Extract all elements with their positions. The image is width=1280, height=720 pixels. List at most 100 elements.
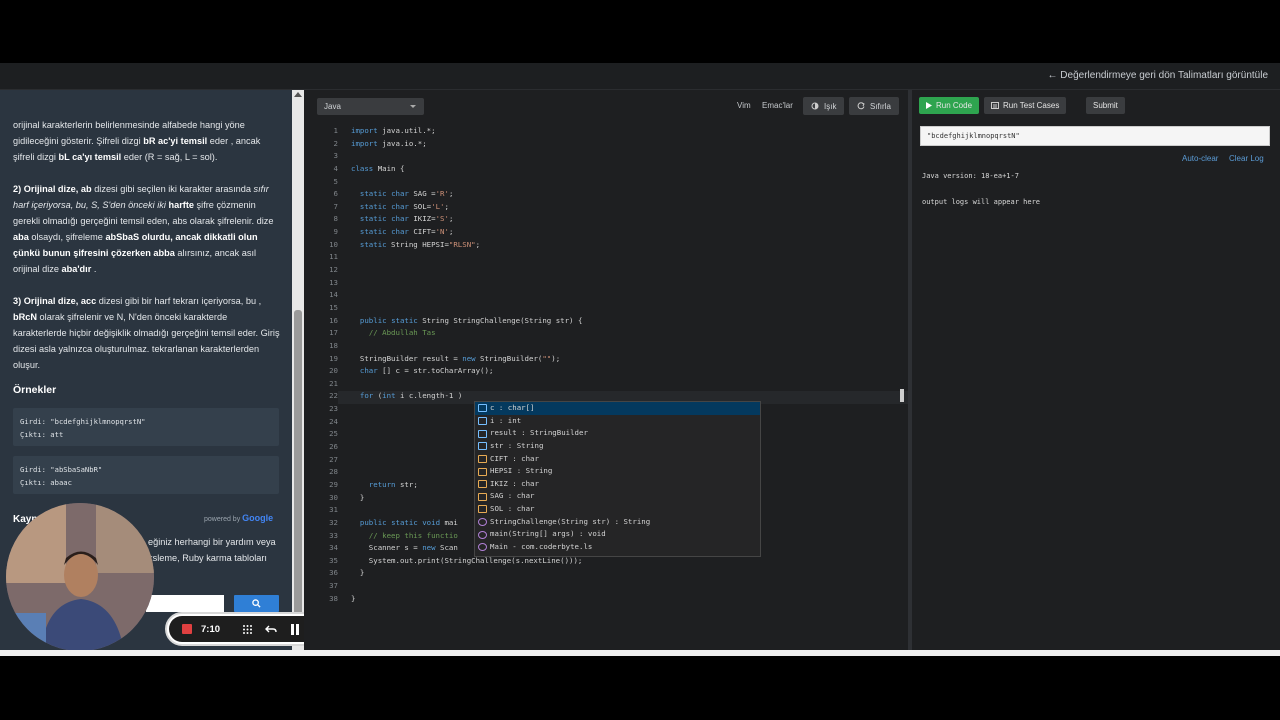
autocomplete-item[interactable]: SOL : char — [475, 503, 760, 516]
bottom-border — [0, 650, 1280, 656]
field-icon — [478, 416, 487, 425]
autocomplete-item-label: i : int — [490, 415, 522, 425]
field-icon — [478, 442, 487, 451]
line-number: 23 — [329, 404, 338, 414]
run-test-cases-button[interactable]: Run Test Cases — [984, 97, 1067, 114]
instructions-paragraph-2: 2) Orijinal dize, ab dizesi gibi seçilen… — [13, 184, 274, 274]
autocomplete-item[interactable]: result : StringBuilder — [475, 427, 760, 440]
line-number: 17 — [329, 328, 338, 338]
custom-input-field[interactable]: "bcdefghijklmnopqrstN" — [920, 126, 1270, 146]
autocomplete-item[interactable]: main(String[] args) : void — [475, 528, 760, 541]
grid-icon — [242, 624, 252, 634]
emacs-mode-toggle[interactable]: Emac'lar — [762, 101, 793, 110]
autocomplete-item[interactable]: str : String — [475, 440, 760, 453]
autocomplete-item[interactable]: CIFT : char — [475, 453, 760, 466]
line-number: 38 — [329, 593, 338, 603]
stop-recording-button[interactable] — [181, 616, 193, 642]
field-icon — [478, 404, 487, 413]
google-logo: Google — [242, 513, 274, 523]
instructions-scrollbar[interactable] — [292, 90, 304, 650]
autocomplete-item-label: IKIZ : char — [490, 478, 539, 488]
grid-button[interactable] — [235, 616, 259, 642]
undo-button[interactable] — [259, 616, 283, 642]
line-number: 21 — [329, 378, 338, 388]
line-number: 26 — [329, 442, 338, 452]
autocomplete-item-label: SAG : char — [490, 491, 535, 501]
constant-icon — [478, 480, 487, 489]
chevron-down-icon — [410, 105, 416, 108]
line-number: 2 — [333, 138, 338, 148]
output-panel: Run Code Run Test Cases Submit "bcdefghi… — [912, 90, 1280, 650]
constant-icon — [478, 505, 487, 514]
reset-code-button[interactable]: Sıfırla — [849, 97, 899, 115]
autocomplete-item[interactable]: HEPSI : String — [475, 465, 760, 478]
autocomplete-item-label: StringChallenge(String str) : String — [490, 516, 651, 526]
line-number: 10 — [329, 239, 338, 249]
line-number: 36 — [329, 568, 338, 578]
line-number: 31 — [329, 505, 338, 515]
example-1-output: Çıktı: att — [20, 430, 64, 439]
line-number-gutter: 1 2 3 4 5 6 7 8 9 10 11 12 13 14 15 16 17 18 19 20 21 22 23 24 2… — [304, 125, 338, 605]
light-theme-button[interactable]: Işık — [803, 97, 845, 115]
google-search-button[interactable] — [234, 595, 279, 612]
autocomplete-item-label: SOL : char — [490, 504, 535, 514]
autocomplete-item[interactable]: StringChallenge(String str) : String — [475, 516, 760, 529]
examples-heading: Örnekler — [13, 384, 57, 396]
code-line-19: StringBuilder result = new StringBuilder… — [351, 353, 561, 363]
instructions-paragraph-1: orijinal karakterlerin belirlenmesinde a… — [13, 120, 261, 162]
autocomplete-item[interactable]: IKIZ : char — [475, 478, 760, 491]
line-number: 37 — [329, 581, 338, 591]
stop-icon — [182, 624, 192, 634]
test-cases-icon — [991, 102, 999, 109]
autocomplete-item[interactable]: Main - com.coderbyte.ls — [475, 541, 760, 554]
google-search-input[interactable] — [146, 595, 224, 612]
example-1-input: Girdi: "bcdefghijklmnopqrstN" — [20, 417, 146, 426]
scroll-up-icon[interactable] — [294, 92, 302, 97]
line-number: 35 — [329, 555, 338, 565]
example-2: Girdi: "abSbaSaNbR" Çıktı: abaac — [13, 456, 279, 494]
method-icon — [478, 543, 487, 552]
example-2-input: Girdi: "abSbaSaNbR" — [20, 465, 103, 474]
line-number: 28 — [329, 467, 338, 477]
code-line-2: import java.io.*; — [351, 138, 427, 148]
constant-icon — [478, 454, 487, 463]
play-icon — [926, 102, 932, 109]
submit-button[interactable]: Submit — [1086, 97, 1125, 114]
line-number: 19 — [329, 353, 338, 363]
example-1: Girdi: "bcdefghijklmnopqrstN" Çıktı: att — [13, 408, 279, 446]
line-number: 18 — [329, 340, 338, 350]
autocomplete-item-label: Main - com.coderbyte.ls — [490, 542, 593, 552]
run-code-button[interactable]: Run Code — [919, 97, 980, 114]
line-number: 15 — [329, 302, 338, 312]
scrollbar-thumb[interactable] — [294, 310, 302, 640]
autocomplete-item[interactable]: c : char[] — [475, 402, 760, 415]
autocomplete-item[interactable]: SAG : char — [475, 490, 760, 503]
method-icon — [478, 518, 487, 527]
line-number: 8 — [333, 214, 338, 224]
reset-icon — [857, 102, 865, 110]
code-line-16: public static String StringChallenge(Str… — [359, 315, 583, 325]
line-number: 24 — [329, 416, 338, 426]
editor-scroll-marker[interactable] — [900, 389, 904, 402]
webcam-overlay — [6, 503, 154, 651]
clear-log-link[interactable]: Clear Log — [1229, 154, 1264, 163]
line-number: 33 — [329, 530, 338, 540]
line-number: 34 — [329, 543, 338, 553]
line-number: 25 — [329, 429, 338, 439]
autocomplete-item[interactable]: i : int — [475, 415, 760, 428]
auto-clear-link[interactable]: Auto-clear — [1182, 154, 1218, 163]
language-select[interactable]: Java — [317, 98, 424, 115]
constant-icon — [478, 467, 487, 476]
vim-mode-toggle[interactable]: Vim — [737, 101, 751, 110]
line-number: 5 — [333, 176, 338, 186]
line-number: 9 — [333, 227, 338, 237]
back-to-assessment-link[interactable]: ← Değerlendirmeye geri dön Talimatları g… — [1048, 70, 1268, 81]
method-icon — [478, 530, 487, 539]
line-number: 22 — [329, 391, 338, 401]
